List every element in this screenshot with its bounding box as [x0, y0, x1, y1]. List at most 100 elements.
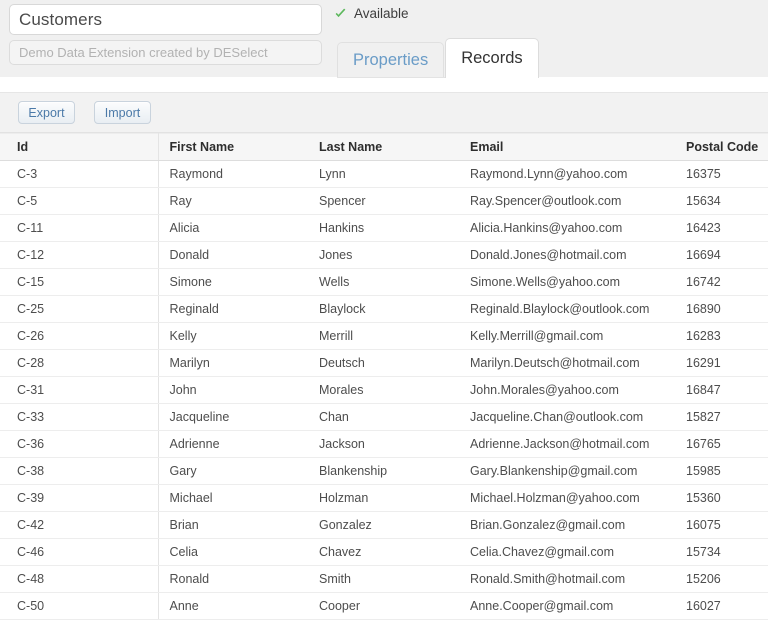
- tab-content-top-spacer: [0, 78, 768, 92]
- table-row[interactable]: C-36AdrienneJacksonAdrienne.Jackson@hotm…: [0, 431, 768, 458]
- cell-postal-code: 15634: [682, 188, 768, 215]
- table-row[interactable]: C-15SimoneWellsSimone.Wells@yahoo.com167…: [0, 269, 768, 296]
- cell-first-name: Ray: [158, 188, 308, 215]
- cell-last-name: Chavez: [308, 539, 459, 566]
- cell-email: Celia.Chavez@gmail.com: [459, 539, 682, 566]
- table-row[interactable]: C-5RaySpencerRay.Spencer@outlook.com1563…: [0, 188, 768, 215]
- table-row[interactable]: C-39MichaelHolzmanMichael.Holzman@yahoo.…: [0, 485, 768, 512]
- cell-email: Donald.Jones@hotmail.com: [459, 242, 682, 269]
- data-extension-records-page: Customers Demo Data Extension created by…: [0, 0, 768, 622]
- cell-postal-code: 16375: [682, 161, 768, 188]
- table-row[interactable]: C-25ReginaldBlaylockReginald.Blaylock@ou…: [0, 296, 768, 323]
- cell-first-name: Marilyn: [158, 350, 308, 377]
- cell-postal-code: 16291: [682, 350, 768, 377]
- data-extension-name-input[interactable]: Customers: [9, 4, 322, 35]
- tab-records[interactable]: Records: [445, 38, 538, 78]
- column-header-email[interactable]: Email: [459, 134, 682, 161]
- cell-postal-code: 16742: [682, 269, 768, 296]
- cell-email: Reginald.Blaylock@outlook.com: [459, 296, 682, 323]
- cell-id: C-48: [0, 566, 158, 593]
- cell-email: Brian.Gonzalez@gmail.com: [459, 512, 682, 539]
- cell-last-name: Blankenship: [308, 458, 459, 485]
- records-table-head: Id First Name Last Name Email Postal Cod…: [0, 134, 768, 161]
- cell-id: C-15: [0, 269, 158, 296]
- check-icon: [334, 7, 347, 20]
- cell-id: C-26: [0, 323, 158, 350]
- cell-first-name: Adrienne: [158, 431, 308, 458]
- records-toolbar: Export Import: [0, 92, 768, 133]
- cell-id: C-39: [0, 485, 158, 512]
- table-row[interactable]: C-28MarilynDeutschMarilyn.Deutsch@hotmai…: [0, 350, 768, 377]
- table-row[interactable]: C-48RonaldSmithRonald.Smith@hotmail.com1…: [0, 566, 768, 593]
- cell-email: Simone.Wells@yahoo.com: [459, 269, 682, 296]
- table-row[interactable]: C-33JacquelineChanJacqueline.Chan@outloo…: [0, 404, 768, 431]
- cell-email: Jacqueline.Chan@outlook.com: [459, 404, 682, 431]
- table-row[interactable]: C-31JohnMoralesJohn.Morales@yahoo.com168…: [0, 377, 768, 404]
- cell-postal-code: 16027: [682, 593, 768, 620]
- cell-first-name: Alicia: [158, 215, 308, 242]
- cell-postal-code: 15360: [682, 485, 768, 512]
- import-button[interactable]: Import: [94, 101, 151, 124]
- cell-last-name: Spencer: [308, 188, 459, 215]
- cell-first-name: Ronald: [158, 566, 308, 593]
- table-header-row: Id First Name Last Name Email Postal Cod…: [0, 134, 768, 161]
- cell-first-name: Kelly: [158, 323, 308, 350]
- cell-first-name: Donald: [158, 242, 308, 269]
- cell-email: Alicia.Hankins@yahoo.com: [459, 215, 682, 242]
- cell-id: C-38: [0, 458, 158, 485]
- cell-postal-code: 16890: [682, 296, 768, 323]
- cell-postal-code: 16765: [682, 431, 768, 458]
- table-row[interactable]: C-11AliciaHankinsAlicia.Hankins@yahoo.co…: [0, 215, 768, 242]
- cell-postal-code: 16283: [682, 323, 768, 350]
- table-row[interactable]: C-12DonaldJonesDonald.Jones@hotmail.com1…: [0, 242, 768, 269]
- table-row[interactable]: C-3RaymondLynnRaymond.Lynn@yahoo.com1637…: [0, 161, 768, 188]
- cell-id: C-25: [0, 296, 158, 323]
- table-row[interactable]: C-38GaryBlankenshipGary.Blankenship@gmai…: [0, 458, 768, 485]
- cell-last-name: Wells: [308, 269, 459, 296]
- table-row[interactable]: C-42BrianGonzalezBrian.Gonzalez@gmail.co…: [0, 512, 768, 539]
- cell-postal-code: 15206: [682, 566, 768, 593]
- table-row[interactable]: C-50AnneCooperAnne.Cooper@gmail.com16027: [0, 593, 768, 620]
- cell-postal-code: 16423: [682, 215, 768, 242]
- cell-last-name: Morales: [308, 377, 459, 404]
- column-header-id[interactable]: Id: [0, 134, 158, 161]
- records-table-container[interactable]: Id First Name Last Name Email Postal Cod…: [0, 133, 768, 622]
- cell-email: John.Morales@yahoo.com: [459, 377, 682, 404]
- cell-email: Raymond.Lynn@yahoo.com: [459, 161, 682, 188]
- column-header-last-name[interactable]: Last Name: [308, 134, 459, 161]
- cell-first-name: Brian: [158, 512, 308, 539]
- data-extension-name-value: Customers: [19, 10, 102, 30]
- cell-postal-code: 15734: [682, 539, 768, 566]
- cell-postal-code: 16847: [682, 377, 768, 404]
- cell-first-name: Reginald: [158, 296, 308, 323]
- cell-last-name: Gonzalez: [308, 512, 459, 539]
- status-badge: Available: [334, 6, 409, 21]
- tab-properties[interactable]: Properties: [337, 42, 444, 78]
- export-button[interactable]: Export: [18, 101, 75, 124]
- cell-first-name: Raymond: [158, 161, 308, 188]
- cell-last-name: Jackson: [308, 431, 459, 458]
- column-header-postal-code[interactable]: Postal Code: [682, 134, 768, 161]
- cell-id: C-46: [0, 539, 158, 566]
- cell-id: C-11: [0, 215, 158, 242]
- data-extension-description-placeholder: Demo Data Extension created by DESelect: [19, 45, 268, 60]
- cell-last-name: Deutsch: [308, 350, 459, 377]
- cell-postal-code: 16694: [682, 242, 768, 269]
- cell-id: C-3: [0, 161, 158, 188]
- table-row[interactable]: C-26KellyMerrillKelly.Merrill@gmail.com1…: [0, 323, 768, 350]
- cell-email: Ronald.Smith@hotmail.com: [459, 566, 682, 593]
- cell-first-name: Michael: [158, 485, 308, 512]
- cell-email: Marilyn.Deutsch@hotmail.com: [459, 350, 682, 377]
- cell-postal-code: 16075: [682, 512, 768, 539]
- column-header-first-name[interactable]: First Name: [158, 134, 308, 161]
- tab-records-label: Records: [461, 49, 522, 68]
- cell-id: C-31: [0, 377, 158, 404]
- cell-last-name: Jones: [308, 242, 459, 269]
- table-row[interactable]: C-46CeliaChavezCelia.Chavez@gmail.com157…: [0, 539, 768, 566]
- cell-last-name: Cooper: [308, 593, 459, 620]
- cell-last-name: Smith: [308, 566, 459, 593]
- cell-email: Kelly.Merrill@gmail.com: [459, 323, 682, 350]
- data-extension-description-input[interactable]: Demo Data Extension created by DESelect: [9, 40, 322, 65]
- cell-email: Gary.Blankenship@gmail.com: [459, 458, 682, 485]
- cell-first-name: Celia: [158, 539, 308, 566]
